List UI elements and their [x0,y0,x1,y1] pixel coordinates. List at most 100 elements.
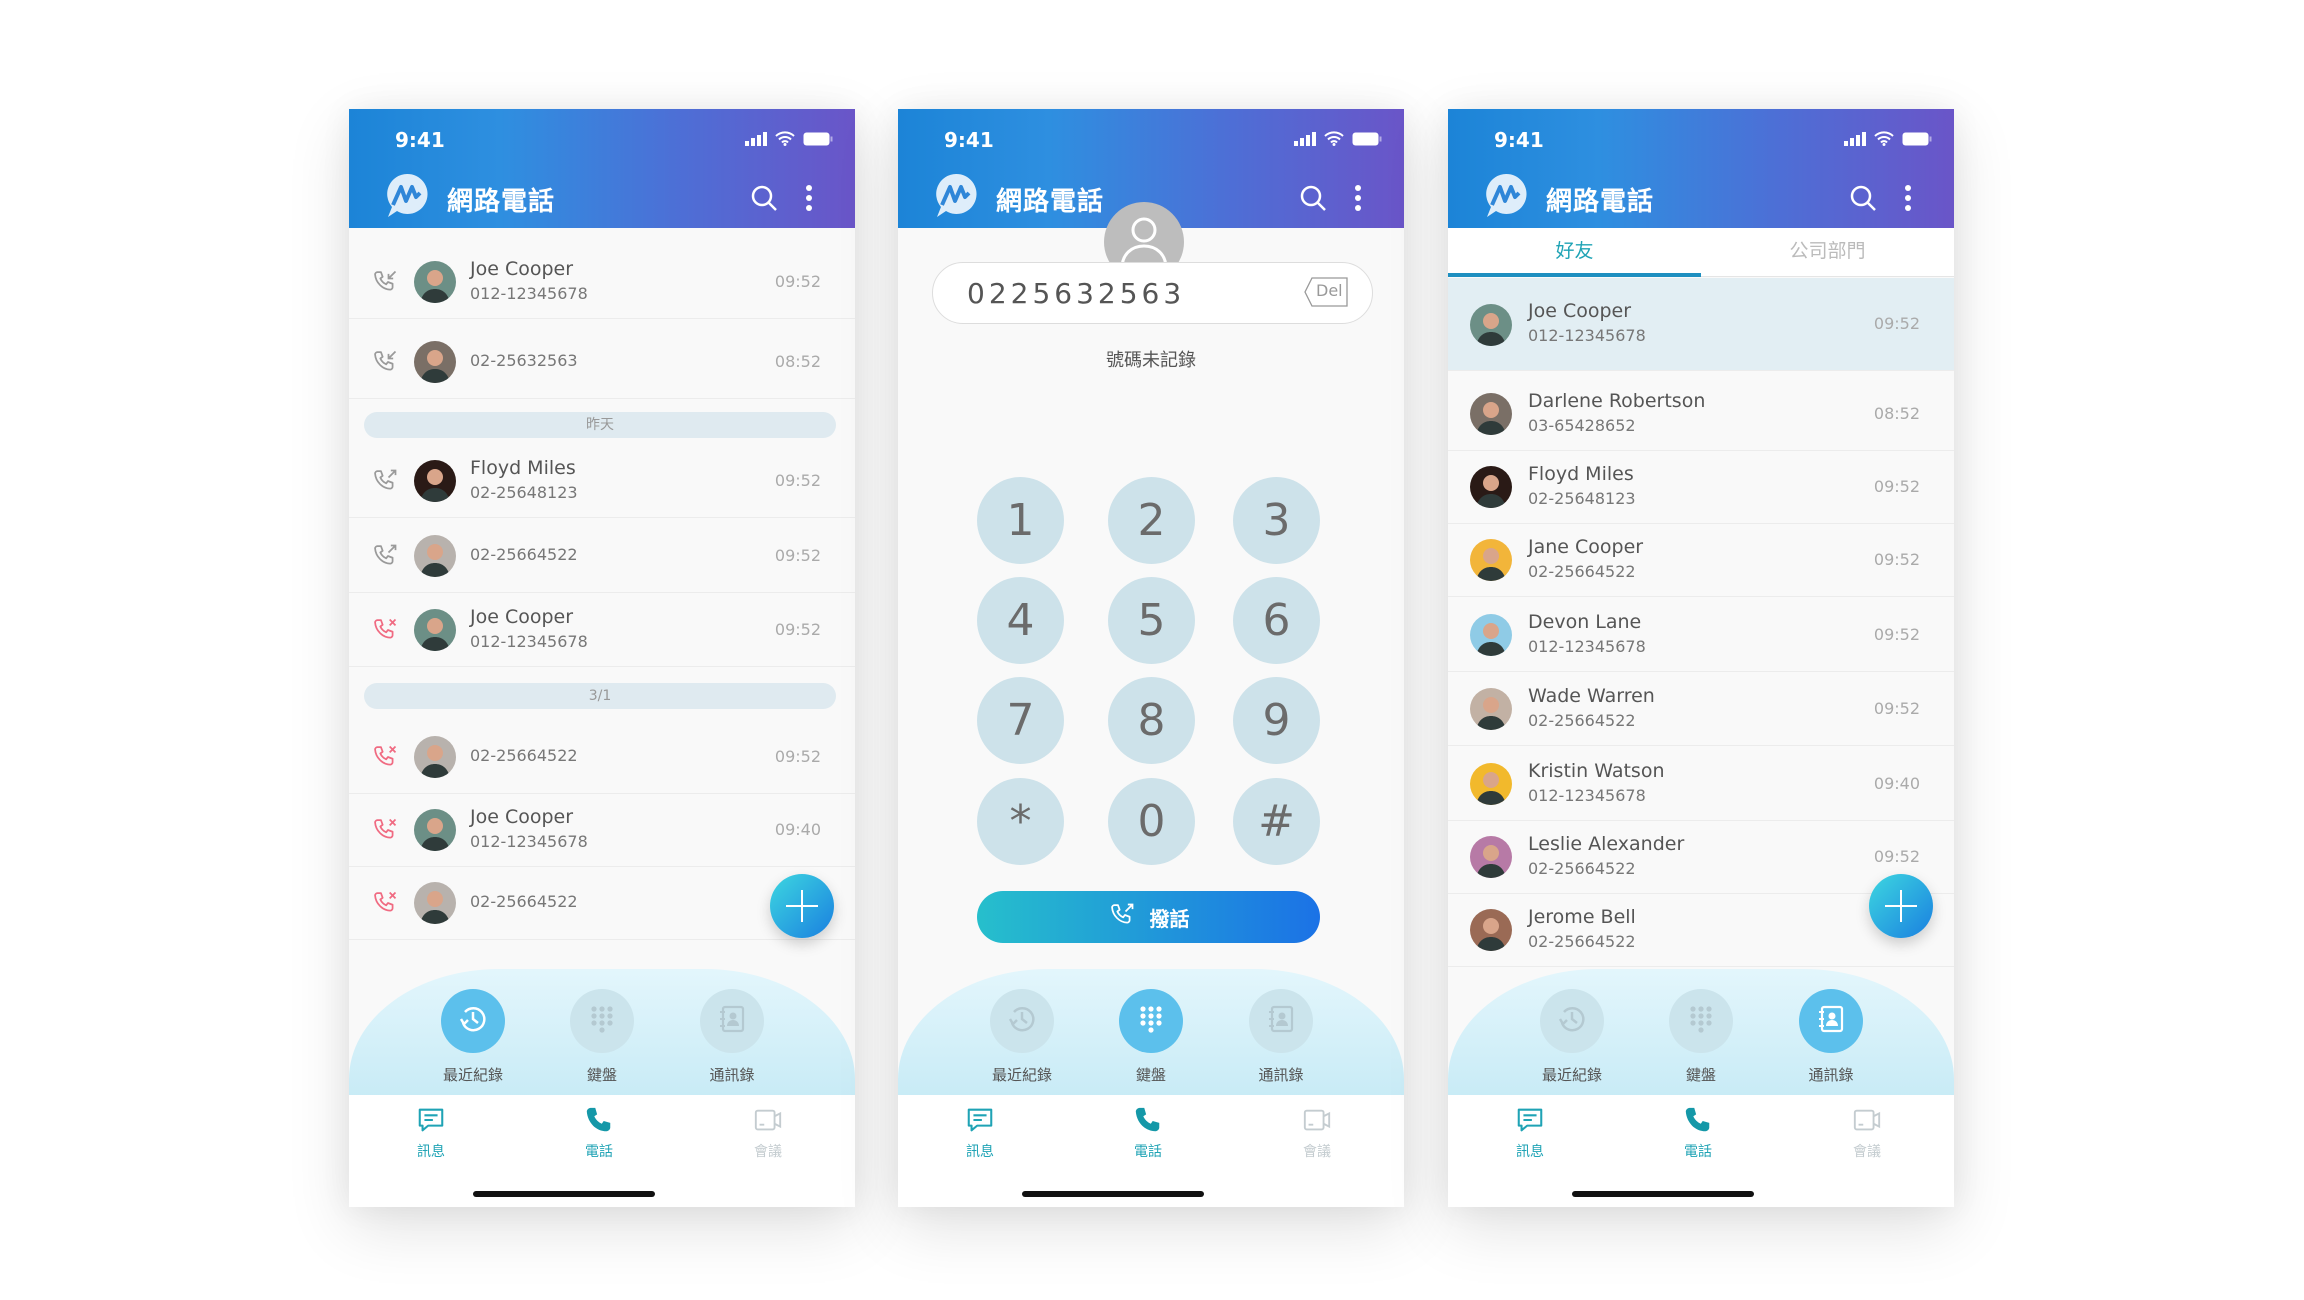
dock-keypad-button[interactable] [570,989,634,1053]
contact-name: Wade Warren [1528,685,1655,707]
incoming-call-icon [371,268,399,296]
key-star[interactable]: * [977,778,1064,865]
call-log-row[interactable]: 02-25664522 09:52 [349,519,855,593]
call-log-row[interactable]: Floyd Miles 02-25648123 09:52 [349,444,855,518]
dock-history-button[interactable] [441,989,505,1053]
date-divider: 昨天 [364,412,836,438]
key-3[interactable]: 3 [1233,477,1320,564]
key-hash[interactable]: # [1233,778,1320,865]
wifi-icon [1874,131,1894,146]
phone-icon [1108,1105,1188,1139]
home-indicator [473,1191,655,1197]
dock-label: 最近紀錄 [1541,1066,1602,1084]
avatar [414,341,456,383]
dial-number-input[interactable]: 0225632563 Del [932,262,1373,324]
nav-message[interactable]: 訊息 [391,1103,471,1161]
nav-phone[interactable]: 電話 [559,1103,639,1161]
tab-departments[interactable]: 公司部門 [1701,228,1954,277]
nav-video[interactable]: 會議 [728,1103,808,1161]
nav-message[interactable]: 訊息 [1490,1103,1570,1161]
missed-call-icon [371,889,399,917]
avatar [414,460,456,502]
nav-label: 訊息 [417,1144,445,1160]
key-4[interactable]: 4 [977,577,1064,664]
tab-friends[interactable]: 好友 [1448,228,1701,277]
avatar [1470,304,1512,346]
message-icon [1490,1105,1570,1139]
dock-history-button[interactable] [990,989,1054,1053]
signal-icon [1844,131,1866,146]
dock-history-button[interactable] [1540,989,1604,1053]
call-log-row[interactable]: Joe Cooper 012-12345678 09:40 [349,793,855,867]
contact-name: Kristin Watson [1528,760,1665,782]
key-8[interactable]: 8 [1108,677,1195,764]
nav-label: 會議 [754,1144,782,1160]
dock-keypad-button[interactable] [1669,989,1733,1053]
contact-row[interactable]: Jane Cooper 02-25664522 09:52 [1448,523,1954,597]
nav-phone[interactable]: 電話 [1108,1103,1188,1161]
key-6[interactable]: 6 [1233,577,1320,664]
more-options-icon[interactable] [801,183,817,213]
call-log-row[interactable]: 02-25632563 08:52 [349,325,855,399]
key-0[interactable]: 0 [1108,778,1195,865]
keypad-icon [586,1003,618,1039]
call-log-row[interactable]: Joe Cooper 012-12345678 09:52 [349,245,855,319]
call-button[interactable]: 撥話 [977,891,1320,943]
dock-label: 通訊錄 [1258,1066,1304,1084]
signal-icon [745,131,767,146]
dock-address-book-button[interactable] [1249,989,1313,1053]
dock-address-book-button[interactable] [700,989,764,1053]
dock-address-book-button[interactable] [1799,989,1863,1053]
dial-number-value: 0225632563 [967,277,1186,310]
contact-time: 09:52 [1873,699,1920,718]
phone-number: 012-12345678 [1528,637,1646,656]
nav-video[interactable]: 會議 [1827,1103,1907,1161]
phone-number: 02-25648123 [470,483,578,502]
phone-number: 012-12345678 [1528,786,1646,805]
avatar [414,261,456,303]
search-icon[interactable] [749,183,779,213]
call-log-row[interactable]: Joe Cooper 012-12345678 09:52 [349,593,855,667]
phone-icon [1658,1105,1738,1139]
contact-row[interactable]: Floyd Miles 02-25648123 09:52 [1448,450,1954,524]
keypad-icon [1685,1003,1717,1039]
contact-tabs: 好友 公司部門 [1448,228,1954,277]
avatar [1470,909,1512,951]
call-label: 撥話 [1149,906,1190,931]
keypad-icon [1135,1003,1167,1039]
nav-phone[interactable]: 電話 [1658,1103,1738,1161]
dock-keypad-button[interactable] [1119,989,1183,1053]
history-icon [457,1003,489,1039]
contact-row[interactable]: Joe Cooper 012-12345678 09:52 [1448,278,1954,371]
call-log-row[interactable]: 02-25664522 09:52 [349,720,855,794]
contact-row[interactable]: Darlene Robertson 03-65428652 08:52 [1448,377,1954,451]
search-icon[interactable] [1848,183,1878,213]
contact-row[interactable]: Wade Warren 02-25664522 09:52 [1448,672,1954,746]
more-options-icon[interactable] [1350,183,1366,213]
incoming-call-icon [371,348,399,376]
add-contact-button[interactable] [1869,874,1933,938]
phone-number: 02-25664522 [470,746,578,765]
key-2[interactable]: 2 [1108,477,1195,564]
nav-message[interactable]: 訊息 [940,1103,1020,1161]
contact-row[interactable]: Devon Lane 012-12345678 09:52 [1448,598,1954,672]
home-indicator [1572,1191,1754,1197]
wifi-icon [1324,131,1344,146]
contact-row[interactable]: Kristin Watson 012-12345678 09:40 [1448,747,1954,821]
nav-video[interactable]: 會議 [1277,1103,1357,1161]
delete-button[interactable]: Del [1304,277,1348,307]
contacts-screen: 9:41 網路電話 好友 公司部門 Joe Cooper 012-12345678… [1448,109,1954,1207]
key-7[interactable]: 7 [977,677,1064,764]
app-header: 9:41 網路電話 [349,109,855,228]
key-5[interactable]: 5 [1108,577,1195,664]
search-icon[interactable] [1298,183,1328,213]
key-1[interactable]: 1 [977,477,1064,564]
missed-call-icon [371,743,399,771]
key-9[interactable]: 9 [1233,677,1320,764]
more-options-icon[interactable] [1900,183,1916,213]
phone-number: 02-25648123 [1528,489,1636,508]
add-button[interactable] [770,874,834,938]
signal-icon [1294,131,1316,146]
contact-name: Leslie Alexander [1528,833,1685,855]
recents-screen: 9:41 網路電話 Joe Cooper 012-12345678 09:52 0… [349,109,855,1207]
